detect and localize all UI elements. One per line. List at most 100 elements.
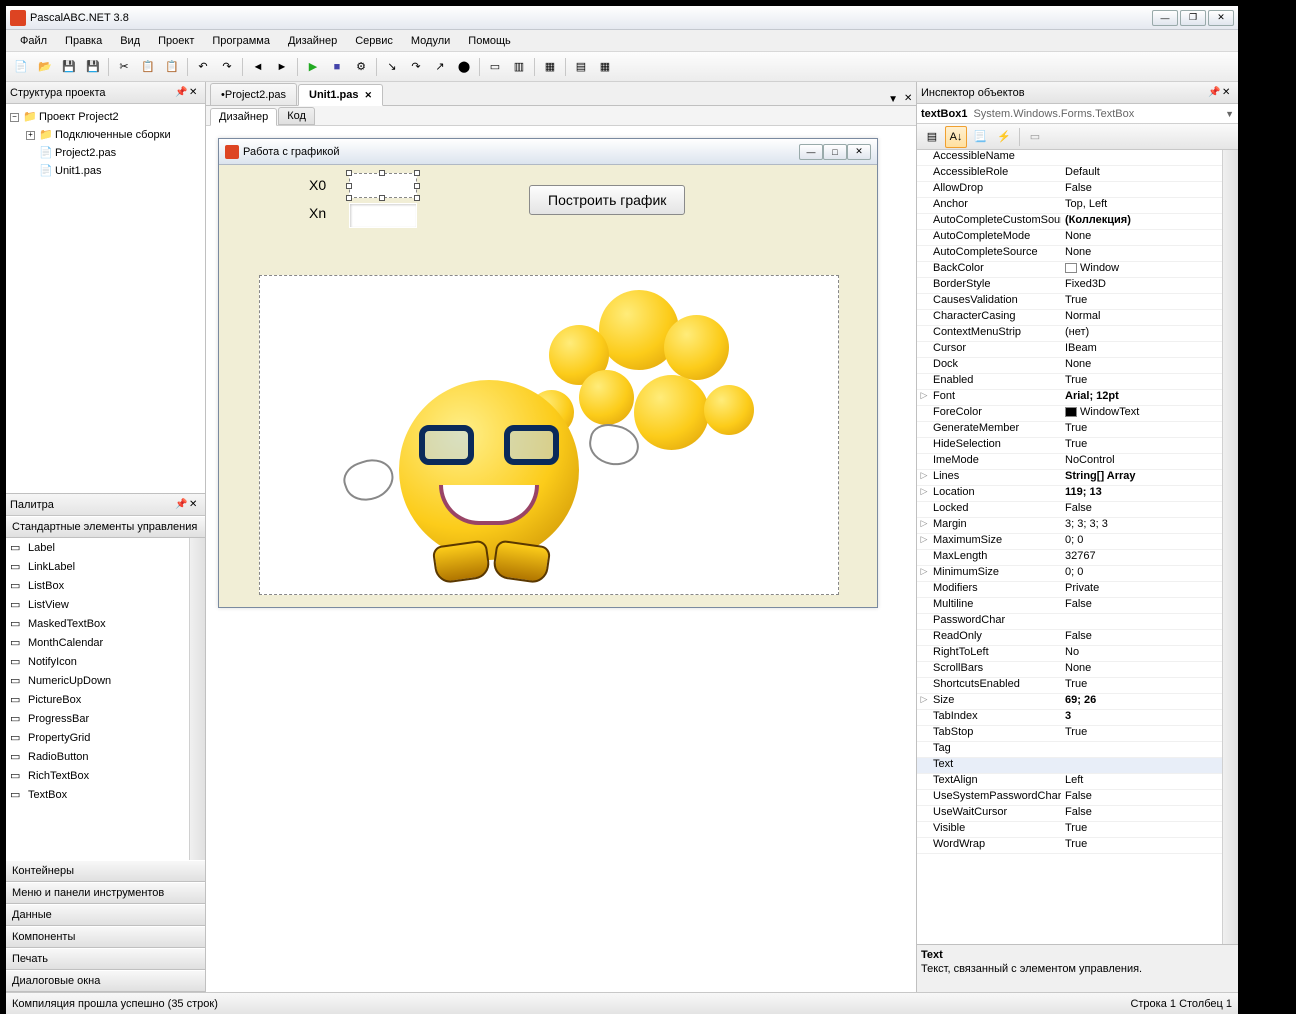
palette-item[interactable]: ▭NotifyIcon — [6, 652, 189, 671]
property-row[interactable]: TabIndex3 — [917, 710, 1222, 726]
close-button[interactable]: ✕ — [1208, 10, 1234, 26]
menu-file[interactable]: Файл — [12, 33, 55, 49]
property-row[interactable]: TabStopTrue — [917, 726, 1222, 742]
property-row[interactable]: BackColorWindow — [917, 262, 1222, 278]
design-surface[interactable]: Работа с графикой — □ ✕ X0 Xn — [206, 126, 916, 992]
property-row[interactable]: UseSystemPasswordCharFalse — [917, 790, 1222, 806]
property-row[interactable]: ▷MinimumSize0; 0 — [917, 566, 1222, 582]
property-row[interactable]: AnchorTop, Left — [917, 198, 1222, 214]
palette-group[interactable]: Печать — [6, 948, 205, 970]
picturebox[interactable] — [259, 275, 839, 595]
dropdown-icon[interactable]: ▼ — [1225, 109, 1234, 119]
compile-icon[interactable]: ⚙ — [350, 56, 372, 78]
scrollbar[interactable] — [1222, 150, 1238, 944]
events-icon[interactable]: ⚡ — [993, 126, 1015, 148]
property-row[interactable]: EnabledTrue — [917, 374, 1222, 390]
output-panel-icon[interactable]: ▭ — [484, 56, 506, 78]
menu-edit[interactable]: Правка — [57, 33, 110, 49]
palette-item[interactable]: ▭MonthCalendar — [6, 633, 189, 652]
property-row[interactable]: AutoCompleteModeNone — [917, 230, 1222, 246]
cut-icon[interactable]: ✂ — [113, 56, 135, 78]
project-tree[interactable]: −📁Проект Project2 +📁Подключенные сборки … — [6, 104, 205, 494]
palette-group-standard[interactable]: Стандартные элементы управления — [6, 516, 205, 538]
label-x0[interactable]: X0 — [309, 177, 326, 193]
property-row[interactable]: LockedFalse — [917, 502, 1222, 518]
alphabetical-icon[interactable]: A↓ — [945, 126, 967, 148]
pin-icon[interactable]: 📌 — [1208, 87, 1220, 99]
palette-group[interactable]: Данные — [6, 904, 205, 926]
restore-button[interactable]: ❐ — [1180, 10, 1206, 26]
palette-item[interactable]: ▭ListView — [6, 595, 189, 614]
menu-modules[interactable]: Модули — [403, 33, 458, 49]
variables-icon[interactable]: ▥ — [508, 56, 530, 78]
property-row[interactable]: AllowDropFalse — [917, 182, 1222, 198]
property-row[interactable]: ScrollBarsNone — [917, 662, 1222, 678]
property-row[interactable]: Text — [917, 758, 1222, 774]
property-row[interactable]: BorderStyleFixed3D — [917, 278, 1222, 294]
nav-back-icon[interactable]: ◄ — [247, 56, 269, 78]
new-file-icon[interactable]: 📄 — [10, 56, 32, 78]
build-graph-button[interactable]: Построить график — [529, 185, 685, 215]
tree-file[interactable]: 📄Unit1.pas — [10, 162, 201, 180]
property-row[interactable]: ▷Size69; 26 — [917, 694, 1222, 710]
property-row[interactable]: ContextMenuStrip(нет) — [917, 326, 1222, 342]
textbox-x0[interactable] — [349, 173, 417, 198]
subtab-designer[interactable]: Дизайнер — [210, 108, 277, 126]
save-icon[interactable]: 💾 — [58, 56, 80, 78]
property-row[interactable]: RightToLeftNo — [917, 646, 1222, 662]
redo-icon[interactable]: ↷ — [216, 56, 238, 78]
property-pages-icon[interactable]: ▭ — [1024, 126, 1046, 148]
palette-item[interactable]: ▭PropertyGrid — [6, 728, 189, 747]
tab-project2[interactable]: •Project2.pas — [210, 83, 297, 105]
tab-unit1[interactable]: Unit1.pas✕ — [298, 84, 383, 106]
menu-help[interactable]: Помощь — [460, 33, 519, 49]
run-icon[interactable]: ▶ — [302, 56, 324, 78]
property-row[interactable]: ReadOnlyFalse — [917, 630, 1222, 646]
property-row[interactable]: Tag — [917, 742, 1222, 758]
property-row[interactable]: CharacterCasingNormal — [917, 310, 1222, 326]
stop-icon[interactable]: ■ — [326, 56, 348, 78]
open-file-icon[interactable]: 📂 — [34, 56, 56, 78]
breakpoint-icon[interactable]: ⬤ — [453, 56, 475, 78]
close-icon[interactable]: ✕ — [189, 87, 201, 99]
property-row[interactable]: ▷Location119; 13 — [917, 486, 1222, 502]
palette-group[interactable]: Компоненты — [6, 926, 205, 948]
property-row[interactable]: ImeModeNoControl — [917, 454, 1222, 470]
tree-root[interactable]: −📁Проект Project2 — [10, 108, 201, 126]
object-selector[interactable]: textBox1System.Windows.Forms.TextBox ▼ — [917, 104, 1238, 124]
property-row[interactable]: MultilineFalse — [917, 598, 1222, 614]
property-row[interactable]: VisibleTrue — [917, 822, 1222, 838]
textbox-xn[interactable] — [349, 203, 417, 228]
property-row[interactable]: MaxLength32767 — [917, 550, 1222, 566]
palette-item[interactable]: ▭Label — [6, 538, 189, 557]
property-row[interactable]: AccessibleName — [917, 150, 1222, 166]
property-row[interactable]: ModifiersPrivate — [917, 582, 1222, 598]
properties-icon[interactable]: 📃 — [969, 126, 991, 148]
property-row[interactable]: ▷FontArial; 12pt — [917, 390, 1222, 406]
menu-view[interactable]: Вид — [112, 33, 148, 49]
subtab-code[interactable]: Код — [278, 107, 315, 125]
palette-item[interactable]: ▭TextBox — [6, 785, 189, 804]
property-row[interactable]: WordWrapTrue — [917, 838, 1222, 854]
close-icon[interactable]: ✕ — [189, 499, 201, 511]
tree-file[interactable]: 📄Project2.pas — [10, 144, 201, 162]
palette-group[interactable]: Диалоговые окна — [6, 970, 205, 992]
pin-icon[interactable]: 📌 — [175, 87, 187, 99]
palette-item[interactable]: ▭NumericUpDown — [6, 671, 189, 690]
property-grid[interactable]: AccessibleNameAccessibleRoleDefaultAllow… — [917, 150, 1238, 944]
align-icon[interactable]: ▦ — [594, 56, 616, 78]
tab-close-icon[interactable]: ✕ — [365, 90, 373, 101]
menu-project[interactable]: Проект — [150, 33, 202, 49]
palette-item[interactable]: ▭ListBox — [6, 576, 189, 595]
property-row[interactable]: ▷LinesString[] Array — [917, 470, 1222, 486]
property-row[interactable]: UseWaitCursorFalse — [917, 806, 1222, 822]
property-row[interactable]: DockNone — [917, 358, 1222, 374]
palette-group[interactable]: Меню и панели инструментов — [6, 882, 205, 904]
categorized-icon[interactable]: ▤ — [921, 126, 943, 148]
property-row[interactable]: AutoCompleteSourceNone — [917, 246, 1222, 262]
palette-item[interactable]: ▭PictureBox — [6, 690, 189, 709]
palette-group[interactable]: Контейнеры — [6, 860, 205, 882]
property-row[interactable]: CausesValidationTrue — [917, 294, 1222, 310]
step-into-icon[interactable]: ↘ — [381, 56, 403, 78]
palette-item[interactable]: ▭MaskedTextBox — [6, 614, 189, 633]
